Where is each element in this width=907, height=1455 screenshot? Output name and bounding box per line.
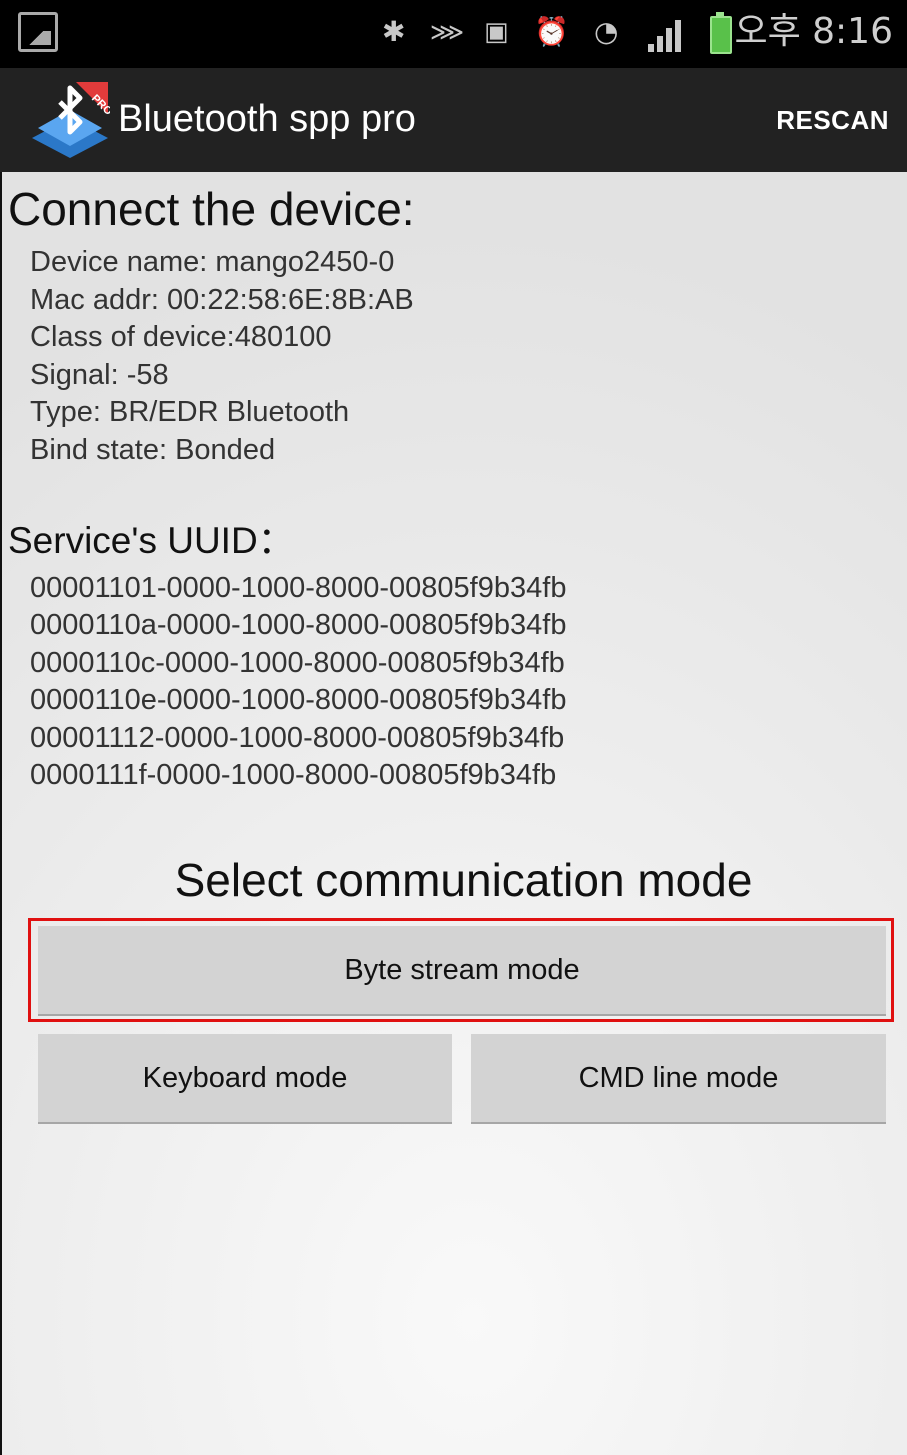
device-name: Device name: mango2450-0 [30,246,395,278]
alarm-icon: ⏰ [534,15,569,48]
uuid-item: 00001112-0000-1000-8000-00805f9b34fb [30,721,565,754]
uuid-list: 00001101-0000-1000-8000-00805f9b34fb 000… [30,570,566,794]
byte-stream-mode-button[interactable]: Byte stream mode [38,926,886,1016]
uuid-item: 0000110e-0000-1000-8000-00805f9b34fb [30,684,567,717]
bind-state: Bind state: Bonded [30,433,276,466]
uuid-item: 0000110c-0000-1000-8000-00805f9b34fb [30,646,565,679]
cmd-line-mode-button[interactable]: CMD line mode [471,1034,886,1124]
action-bar: PRO Bluetooth spp pro RESCAN [0,68,907,172]
uuid-item: 0000110a-0000-1000-8000-00805f9b34fb [30,609,567,642]
signal-icon [648,20,681,52]
uuid-item: 0000111f-0000-1000-8000-00805f9b34fb [30,759,557,792]
device-type: Type: BR/EDR Bluetooth [30,396,350,429]
gallery-icon [18,12,58,52]
status-bar: ✱ ⋙ ▣ ⏰ ◔ 오후 8:16 [0,0,907,68]
bluetooth-icon: ✱ [382,15,406,48]
wifi-icon: ◔ [594,15,619,48]
select-mode-heading: Select communication mode [174,854,753,906]
connect-device-heading: Connect the device: [8,183,415,235]
mac-address: Mac addr: 00:22:58:6E:8B:AB [30,283,414,316]
signal-strength: Signal: -58 [30,358,169,391]
service-uuid-heading: Service's UUID： [8,520,295,561]
screen-mirroring-icon: ▣ [484,17,509,47]
nfc-icon: ⋙ [430,18,465,46]
rescan-button[interactable]: RESCAN [776,104,889,136]
app-logo-icon: PRO [32,82,110,158]
uuid-item: 00001101-0000-1000-8000-00805f9b34fb [30,572,567,604]
app-title: Bluetooth spp pro [118,98,416,140]
keyboard-mode-button[interactable]: Keyboard mode [38,1034,452,1124]
status-time: 오후 8:16 [734,11,893,52]
battery-charging-icon [710,12,732,54]
device-info: Device name: mango2450-0 Mac addr: 00:22… [30,244,414,470]
device-class: Class of device:480100 [30,321,332,354]
